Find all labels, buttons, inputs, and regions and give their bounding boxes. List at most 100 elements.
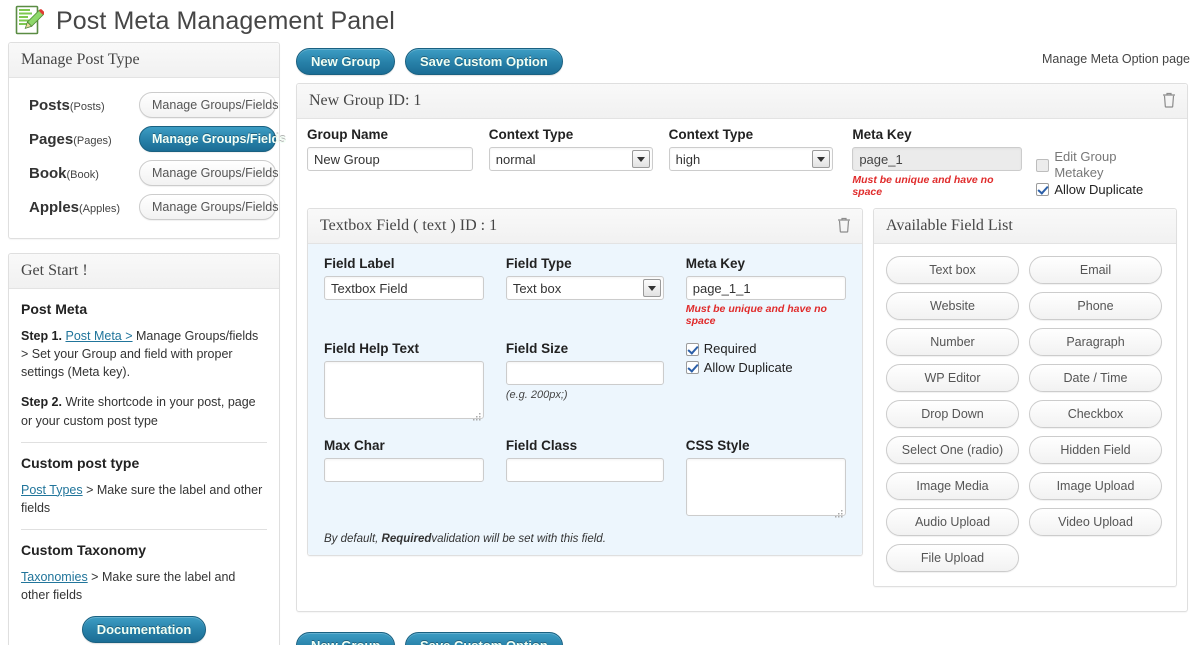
css-style-field: CSS Style <box>685 438 846 519</box>
priority-select[interactable]: high <box>668 147 833 171</box>
field-type-button-drop-down[interactable]: Drop Down <box>886 400 1019 429</box>
field-row-1: Field Label Field Type Text box <box>324 256 846 327</box>
trash-icon-group[interactable] <box>1161 91 1177 108</box>
field-required-checkbox[interactable] <box>685 342 699 356</box>
post-type-slug-pages: (Pages) <box>73 134 112 147</box>
field-type-button-paragraph[interactable]: Paragraph <box>1029 328 1162 357</box>
available-field-list-title: Available Field List <box>874 209 1176 245</box>
field-type-button-file-upload[interactable]: File Upload <box>886 544 1019 573</box>
field-required-row[interactable]: Required <box>685 341 846 357</box>
field-allow-duplicate-checkbox[interactable] <box>685 361 699 375</box>
post-type-label-posts: Posts <box>29 96 70 114</box>
field-help-text-input[interactable] <box>324 361 484 420</box>
get-start-post-types-line: Post Types > Make sure the label and oth… <box>21 481 267 517</box>
field-meta-key-input[interactable] <box>685 276 846 301</box>
post-type-slug-book: (Book) <box>66 168 99 181</box>
get-start-panel: Get Start ! Post Meta Step 1. Post Meta … <box>8 253 280 645</box>
page-title: Post Meta Management Panel <box>56 6 395 35</box>
field-type-button-image-upload[interactable]: Image Upload <box>1029 472 1162 501</box>
field-label-input[interactable] <box>324 276 484 301</box>
field-type-selectwrap: Text box <box>505 276 664 301</box>
manage-groups-fields-button-posts[interactable]: Manage Groups/Fields <box>139 92 278 118</box>
field-row-3: Max Char Field Class CSS Style <box>324 438 846 519</box>
field-default-note: By default, Requiredvalidation will be s… <box>324 533 846 545</box>
document-pencil-icon <box>14 5 45 37</box>
field-type-button-select-one-radio[interactable]: Select One (radio) <box>886 436 1019 465</box>
group-checkbox-group: Edit Group Metakey Allow Duplicate <box>1036 127 1163 198</box>
group-panel-title-text: New Group ID: 1 <box>309 92 422 109</box>
post-types-link[interactable]: Post Types <box>21 483 83 497</box>
field-note-bold: Required <box>381 533 432 546</box>
field-type-button-text-box[interactable]: Text box <box>886 256 1019 285</box>
field-panel-title: Textbox Field ( text ) ID : 1 <box>308 209 862 245</box>
field-size-label: Field Size <box>505 341 569 357</box>
post-type-row-apples: Apples(Apples) Manage Groups/Fields <box>21 194 278 220</box>
manage-groups-fields-button-book[interactable]: Manage Groups/Fields <box>139 160 278 186</box>
field-type-button-number[interactable]: Number <box>886 328 1019 357</box>
field-help-text-wrap <box>324 361 484 422</box>
field-row-2: Field Help Text Field Size (e.g. 200px;)… <box>324 341 846 422</box>
get-start-section-custom-post-type: Custom post type <box>21 454 140 471</box>
trash-icon-field[interactable] <box>836 216 852 233</box>
css-style-label: CSS Style <box>685 438 750 454</box>
group-meta-key-field: Meta Key Must be unique and have no spac… <box>852 127 1023 198</box>
manage-groups-fields-button-apples[interactable]: Manage Groups/Fields <box>139 194 278 220</box>
new-group-button-bottom[interactable]: New Group <box>296 632 396 645</box>
field-class-label: Field Class <box>505 438 578 454</box>
field-type-button-website[interactable]: Website <box>886 292 1019 321</box>
toolbar-bottom: New Group Save Custom Option <box>290 626 1190 645</box>
group-allow-duplicate-row[interactable]: Allow Duplicate <box>1036 182 1163 198</box>
field-type-button-date-time[interactable]: Date / Time <box>1029 364 1162 393</box>
field-type-select[interactable]: Text box <box>505 276 664 301</box>
context-type-field: Context Type normal <box>488 127 655 171</box>
css-style-input[interactable] <box>685 458 846 517</box>
field-area: Textbox Field ( text ) ID : 1 Field Labe <box>307 208 1177 601</box>
save-custom-option-button-top[interactable]: Save Custom Option <box>404 48 563 75</box>
taxonomies-link[interactable]: Taxonomies <box>21 570 88 584</box>
group-name-input[interactable] <box>307 147 473 171</box>
max-char-input[interactable] <box>324 458 484 483</box>
get-start-step1: Step 1. Post Meta > Manage Groups/fields… <box>21 327 267 381</box>
step2-bold: Step 2. <box>21 395 62 410</box>
post-type-name-posts: Posts(Posts) <box>29 97 139 114</box>
edit-group-metakey-checkbox[interactable] <box>1036 158 1050 172</box>
field-class-input[interactable] <box>505 458 664 483</box>
main-layout: Manage Post Type Posts(Posts) Manage Gro… <box>0 42 1190 645</box>
field-size-input[interactable] <box>505 361 664 386</box>
post-type-label-pages: Pages <box>29 130 74 148</box>
post-meta-link[interactable]: Post Meta > <box>65 329 132 343</box>
manage-meta-option-page-link[interactable]: Manage Meta Option page <box>1042 52 1190 66</box>
get-start-section-custom-taxonomy: Custom Taxonomy <box>21 541 146 558</box>
group-form-row: Group Name Context Type normal <box>307 127 1177 198</box>
group-meta-key-input[interactable] <box>852 147 1023 171</box>
field-panel-title-text: Textbox Field ( text ) ID : 1 <box>320 217 498 235</box>
field-allow-duplicate-label: Allow Duplicate <box>703 359 793 375</box>
manage-post-type-title: Manage Post Type <box>9 43 279 78</box>
documentation-button[interactable]: Documentation <box>81 616 207 644</box>
field-required-label: Required <box>703 341 757 357</box>
field-label-field: Field Label <box>324 256 492 301</box>
group-allow-duplicate-checkbox[interactable] <box>1036 183 1050 197</box>
new-group-button-top[interactable]: New Group <box>296 48 396 75</box>
field-class-field: Field Class <box>505 438 672 483</box>
max-char-label: Max Char <box>324 438 385 454</box>
content-area: New Group Save Custom Option Manage Meta… <box>290 42 1190 645</box>
field-type-button-video-upload[interactable]: Video Upload <box>1029 508 1162 537</box>
field-type-button-checkbox[interactable]: Checkbox <box>1029 400 1162 429</box>
field-allow-duplicate-row[interactable]: Allow Duplicate <box>685 359 846 376</box>
context-type-select[interactable]: normal <box>488 147 653 171</box>
field-type-button-audio-upload[interactable]: Audio Upload <box>886 508 1019 537</box>
field-type-button-image-media[interactable]: Image Media <box>886 472 1019 501</box>
edit-group-metakey-row[interactable]: Edit Group Metakey <box>1036 149 1163 182</box>
field-type-button-email[interactable]: Email <box>1029 256 1162 285</box>
save-custom-option-button-bottom[interactable]: Save Custom Option <box>404 632 563 645</box>
field-note-suffix: validation will be set with this field. <box>431 533 606 546</box>
priority-label: Context Type <box>668 127 754 142</box>
field-type-button-wp-editor[interactable]: WP Editor <box>886 364 1019 393</box>
post-type-label-apples: Apples <box>29 198 80 216</box>
field-type-button-hidden-field[interactable]: Hidden Field <box>1029 436 1162 465</box>
field-type-button-phone[interactable]: Phone <box>1029 292 1162 321</box>
available-field-list-panel: Available Field List Text box Email Webs… <box>873 208 1177 588</box>
get-start-taxonomies-line: Taxonomies > Make sure the label and oth… <box>21 568 267 604</box>
manage-groups-fields-button-pages[interactable]: Manage Groups/Fields <box>139 126 286 152</box>
